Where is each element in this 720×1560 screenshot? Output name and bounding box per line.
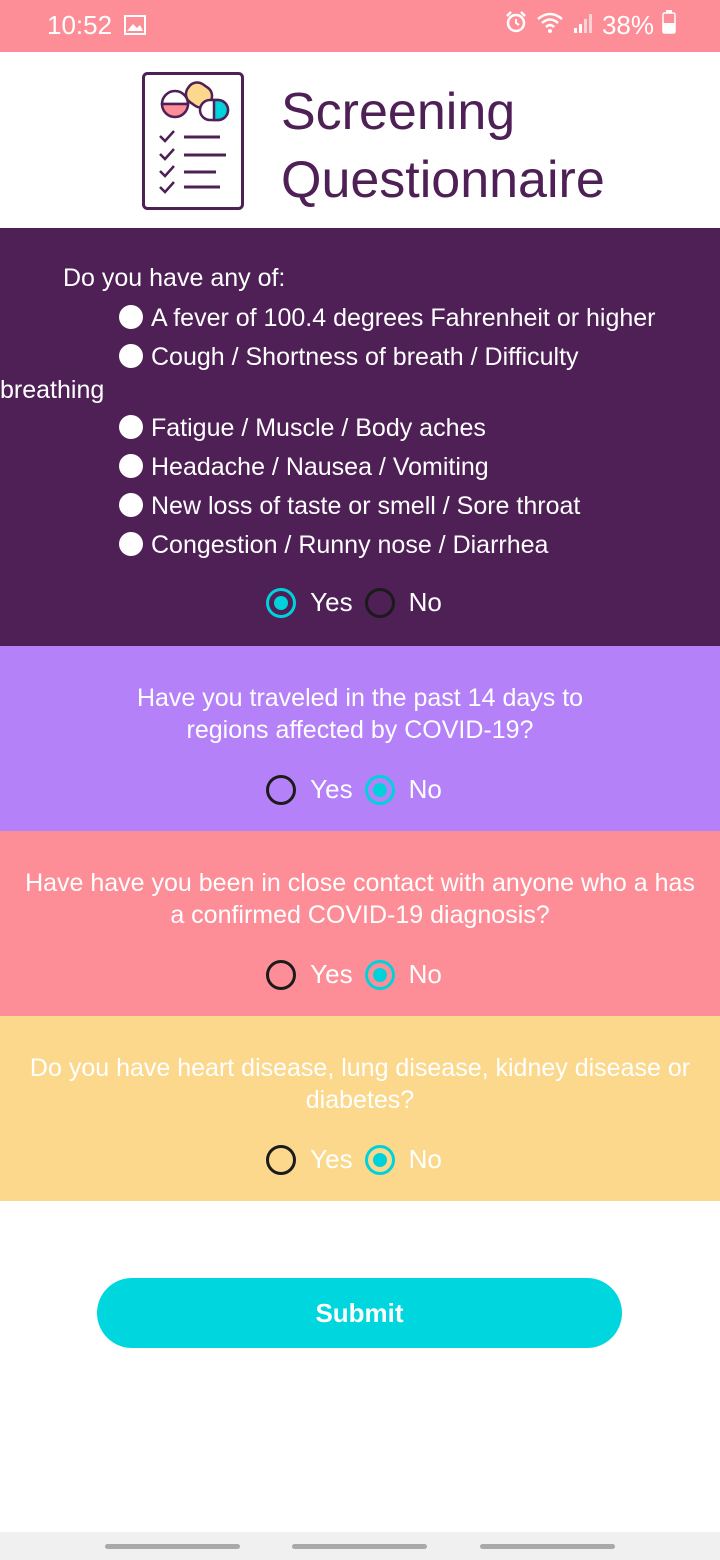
radio-yes[interactable] <box>266 959 297 990</box>
status-time: 10:52 <box>47 10 113 40</box>
question-line: diabetes? <box>305 1086 415 1114</box>
question-conditions-text: Do you have heart disease, lung disease,… <box>0 1052 720 1116</box>
symptom-item: New loss of taste or smell / Sore throat <box>119 490 580 523</box>
symptom-label: Congestion / Runny nose / Diarrhea <box>151 531 549 559</box>
battery-icon <box>662 10 676 41</box>
question-travel-text: Have you traveled in the past 14 days to… <box>0 682 720 746</box>
nav-back-handle[interactable] <box>480 1544 615 1549</box>
radio-yes[interactable] <box>266 1144 297 1175</box>
status-right-group: 38% <box>504 10 676 41</box>
symptom-item: Headache / Nausea / Vomiting <box>119 451 489 484</box>
question-line: a confirmed COVID-19 diagnosis? <box>170 901 550 929</box>
wifi-icon <box>536 10 564 41</box>
symptom-item: Congestion / Runny nose / Diarrhea <box>119 529 548 562</box>
page-title-line1: Screening <box>281 83 516 141</box>
radio-yes-label[interactable]: Yes <box>310 587 352 618</box>
symptom-label: Headache / Nausea / Vomiting <box>151 453 489 481</box>
status-bar: 10:52 38% <box>0 0 720 52</box>
signal-icon <box>572 10 594 41</box>
bullet-icon <box>119 344 143 368</box>
radio-group-symptoms: Yes No <box>0 587 720 618</box>
symptom-item: A fever of 100.4 degrees Fahrenheit or h… <box>119 302 656 335</box>
page-title-line2: Questionnaire <box>281 151 605 209</box>
alarm-icon <box>504 10 528 41</box>
radio-no[interactable] <box>364 587 395 618</box>
symptom-item-wrap: breathing <box>0 376 105 404</box>
app-header: Screening Questionnaire <box>0 52 720 228</box>
symptom-label: New loss of taste or smell / Sore throat <box>151 492 581 520</box>
radio-yes-label[interactable]: Yes <box>310 774 352 805</box>
page-title: Screening Questionnaire <box>281 78 605 214</box>
bullet-icon <box>119 305 143 329</box>
radio-no[interactable] <box>364 1144 395 1175</box>
question-contact-text: Have have you been in close contact with… <box>0 867 720 931</box>
question-symptoms: Do you have any of: A fever of 100.4 deg… <box>0 228 720 646</box>
nav-home-handle[interactable] <box>292 1544 427 1549</box>
radio-no[interactable] <box>364 959 395 990</box>
question-line: Have you traveled in the past 14 days to <box>136 684 584 712</box>
battery-percent: 38% <box>601 10 654 40</box>
symptom-label: Cough / Shortness of breath / Difficulty <box>151 343 579 371</box>
question-contact: Have have you been in close contact with… <box>0 831 720 1016</box>
symptom-label: Fatigue / Muscle / Body aches <box>151 414 486 442</box>
radio-no-label[interactable]: No <box>409 959 442 990</box>
question-line: Have have you been in close contact with… <box>25 869 695 897</box>
radio-yes-label[interactable]: Yes <box>310 1144 352 1175</box>
question-travel: Have you traveled in the past 14 days to… <box>0 646 720 831</box>
question-conditions: Do you have heart disease, lung disease,… <box>0 1016 720 1201</box>
radio-group-contact: Yes No <box>0 959 720 990</box>
question-line: regions affected by COVID-19? <box>186 716 534 744</box>
bullet-icon <box>119 415 143 439</box>
radio-yes[interactable] <box>266 587 297 618</box>
radio-no-label[interactable]: No <box>409 774 442 805</box>
radio-no-label[interactable]: No <box>409 587 442 618</box>
submit-button[interactable]: Submit <box>97 1278 622 1348</box>
radio-no[interactable] <box>364 774 395 805</box>
radio-yes-label[interactable]: Yes <box>310 959 352 990</box>
image-icon <box>124 15 146 40</box>
radio-yes[interactable] <box>266 774 297 805</box>
radio-group-travel: Yes No <box>0 774 720 805</box>
system-nav-bar <box>0 1532 720 1560</box>
bullet-icon <box>119 454 143 478</box>
radio-no-label[interactable]: No <box>409 1144 442 1175</box>
bullet-icon <box>119 493 143 517</box>
symptom-item: Cough / Shortness of breath / Difficulty <box>119 341 579 374</box>
checklist-pills-icon <box>142 72 244 215</box>
symptom-label: A fever of 100.4 degrees Fahrenheit or h… <box>151 304 656 332</box>
symptom-item: Fatigue / Muscle / Body aches <box>119 412 486 445</box>
bullet-icon <box>119 532 143 556</box>
question-symptoms-prompt: Do you have any of: <box>63 264 286 292</box>
radio-group-conditions: Yes No <box>0 1144 720 1175</box>
question-line: Do you have heart disease, lung disease,… <box>29 1054 691 1082</box>
nav-recents-handle[interactable] <box>105 1544 240 1549</box>
